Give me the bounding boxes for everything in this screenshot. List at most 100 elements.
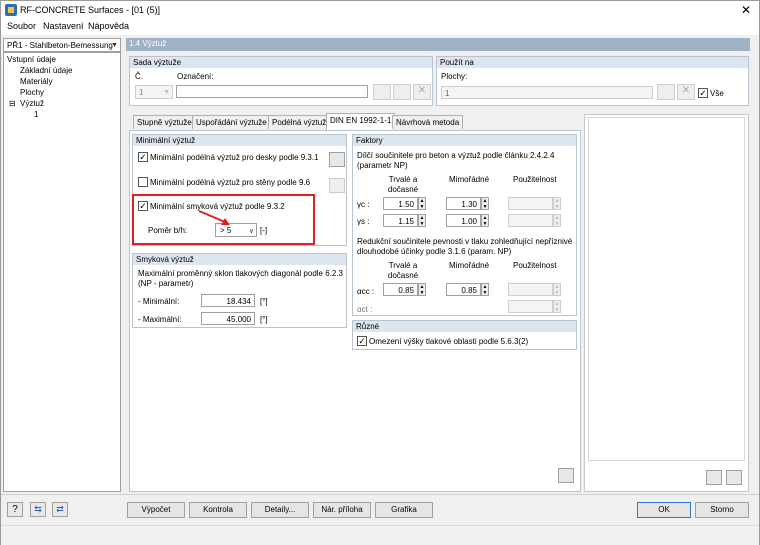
shear-max-angle-value: 45.000 bbox=[226, 315, 251, 324]
alpha-cc-label: αcc : bbox=[357, 287, 375, 296]
tree-item-surfaces[interactable]: Plochy bbox=[20, 88, 44, 97]
gamma-s-persistent-input[interactable]: 1.15 bbox=[383, 214, 418, 227]
load-case-select[interactable]: PŘ1 - Stahlbeton-Bemessung ▼ bbox=[3, 38, 121, 52]
reinforcement-set-title: Sada výztuže bbox=[130, 57, 432, 68]
section-header: 1.4 Výztuž bbox=[126, 38, 750, 51]
tab-info-button[interactable] bbox=[558, 468, 574, 483]
gamma-s-accidental-spinner[interactable]: ▲ ▼ bbox=[481, 214, 489, 227]
tab-design-method[interactable]: Návrhová metoda bbox=[392, 115, 464, 129]
walls-settings-button[interactable] bbox=[329, 178, 345, 193]
slabs-min-checkbox[interactable]: ✓ bbox=[138, 152, 148, 162]
tree-item-reinforcement[interactable]: Výztuž bbox=[20, 99, 44, 108]
graphics-button[interactable]: Grafika bbox=[375, 502, 433, 518]
set-name-label: Označení: bbox=[177, 72, 214, 81]
ratio-label: Poměr b/h: bbox=[148, 226, 188, 235]
shear-max-angle-input[interactable]: 45.000 bbox=[201, 312, 255, 325]
cancel-button[interactable]: Storno bbox=[695, 502, 749, 518]
alpha-ct-serviceability-input[interactable] bbox=[508, 300, 553, 313]
tab-longitudinal[interactable]: Podélná výztuž bbox=[268, 115, 331, 129]
gamma-s-accidental-input[interactable]: 1.00 bbox=[446, 214, 481, 227]
close-icon[interactable]: ✕ bbox=[741, 3, 751, 17]
shear-min-angle-value: 18.434 bbox=[226, 297, 251, 306]
surfaces-input[interactable]: 1 bbox=[441, 86, 653, 99]
navigator-tree: Vstupní údaje Základní údaje Materiály P… bbox=[3, 52, 121, 492]
set-no-select[interactable]: 1 ▼ bbox=[135, 85, 173, 99]
alpha-cc-accidental-value: 0.85 bbox=[461, 286, 477, 295]
gamma-c-accidental-spinner[interactable]: ▲ ▼ bbox=[481, 197, 489, 210]
gamma-c-serviceability-spinner[interactable]: ▲ ▼ bbox=[553, 197, 561, 210]
gamma-s-serviceability-spinner[interactable]: ▲ ▼ bbox=[553, 214, 561, 227]
set-name-input[interactable] bbox=[176, 85, 368, 98]
export-icon[interactable]: ⇄ bbox=[52, 502, 68, 517]
details-button[interactable]: Detaily... bbox=[251, 502, 309, 518]
tree-expand-icon[interactable]: ⊟ bbox=[9, 99, 16, 108]
preview-button-2[interactable] bbox=[726, 470, 742, 485]
shear-max-angle-label: - Maximální: bbox=[138, 315, 182, 324]
walls-min-label: Minimální podélná výztuž pro stěny podle… bbox=[150, 178, 311, 187]
apply-to-group: Použít na Plochy: 1 ✕ ✓ Vše bbox=[436, 56, 749, 106]
alpha-cc-persistent-spinner[interactable]: ▲ ▼ bbox=[418, 283, 426, 296]
alpha-cc-serviceability-input[interactable] bbox=[508, 283, 553, 296]
menu-bar: Soubor Nastavení Nápověda bbox=[1, 20, 759, 35]
import-icon[interactable]: ⇆ bbox=[30, 502, 46, 517]
national-annex-button[interactable]: Nár. příloha bbox=[313, 502, 371, 518]
alpha-cc-persistent-input[interactable]: 0.85 bbox=[383, 283, 418, 296]
tab-reinforcement-layers[interactable]: Stupně výztuže bbox=[133, 115, 196, 129]
ok-button[interactable]: OK bbox=[637, 502, 691, 518]
calculation-button[interactable]: Výpočet bbox=[127, 502, 185, 518]
menu-file[interactable]: Soubor bbox=[7, 21, 36, 31]
chevron-down-icon: ▼ bbox=[111, 42, 118, 49]
preview-panel bbox=[584, 114, 749, 492]
gamma-c-persistent-input[interactable]: 1.50 bbox=[383, 197, 418, 210]
alpha-cc-accidental-spinner[interactable]: ▲ ▼ bbox=[481, 283, 489, 296]
shear-min-checkbox[interactable]: ✓ bbox=[138, 201, 148, 211]
walls-min-checkbox[interactable] bbox=[138, 177, 148, 187]
limit-compression-checkbox[interactable]: ✓ bbox=[357, 336, 367, 346]
menu-help[interactable]: Nápověda bbox=[88, 21, 129, 31]
alpha-cc-accidental-input[interactable]: 0.85 bbox=[446, 283, 481, 296]
tab-reinforcement-layout[interactable]: Uspořádání výztuže bbox=[192, 115, 271, 129]
copy-set-button[interactable] bbox=[393, 84, 411, 100]
new-set-button[interactable] bbox=[373, 84, 391, 100]
chevron-down-icon: ∨ bbox=[248, 228, 254, 235]
gamma-c-label: γc : bbox=[357, 200, 370, 209]
tree-root[interactable]: Vstupní údaje bbox=[7, 55, 56, 64]
gamma-s-serviceability-input[interactable] bbox=[508, 214, 553, 227]
clear-surfaces-button[interactable]: ✕ bbox=[677, 84, 695, 100]
tree-item-reinforcement-1[interactable]: 1 bbox=[34, 110, 38, 119]
reduction-desc: Redukční součinitele pevnosti v tlaku zo… bbox=[357, 237, 573, 256]
gamma-c-serviceability-input[interactable] bbox=[508, 197, 553, 210]
status-bar bbox=[1, 525, 759, 545]
all-checkbox[interactable]: ✓ bbox=[698, 88, 708, 98]
menu-settings[interactable]: Nastavení bbox=[43, 21, 84, 31]
alpha-cc-serviceability-spinner[interactable]: ▲ ▼ bbox=[553, 283, 561, 296]
factors-group: Faktory Dílčí součinitele pro beton a vý… bbox=[352, 134, 577, 316]
delete-set-button[interactable]: ✕ bbox=[413, 84, 431, 100]
col-accidental-2: Mimořádné bbox=[449, 261, 490, 270]
alpha-ct-serviceability-spinner[interactable]: ▲ ▼ bbox=[553, 300, 561, 313]
surfaces-label: Plochy: bbox=[441, 72, 468, 81]
surfaces-value: 1 bbox=[445, 89, 450, 98]
main-window: RF-CONCRETE Surfaces - [01 (5)] ✕ Soubor… bbox=[0, 0, 760, 545]
slabs-settings-button[interactable] bbox=[329, 152, 345, 167]
tab-din-en[interactable]: DIN EN 1992-1-1 bbox=[326, 113, 396, 130]
gamma-s-persistent-value: 1.15 bbox=[398, 217, 414, 226]
gamma-s-persistent-spinner[interactable]: ▲ ▼ bbox=[418, 214, 426, 227]
bottom-divider bbox=[1, 494, 759, 495]
set-no-value: 1 bbox=[139, 88, 144, 97]
limit-compression-label: Omezení výšky tlakové oblasti podle 5.6.… bbox=[369, 337, 529, 346]
gamma-c-accidental-input[interactable]: 1.30 bbox=[446, 197, 481, 210]
help-icon[interactable]: ? bbox=[7, 502, 23, 517]
pick-surfaces-button[interactable] bbox=[657, 84, 675, 100]
apply-to-title: Použít na bbox=[437, 57, 748, 68]
window-title: RF-CONCRETE Surfaces - [01 (5)] bbox=[20, 5, 161, 15]
preview-button-1[interactable] bbox=[706, 470, 722, 485]
check-button[interactable]: Kontrola bbox=[189, 502, 247, 518]
tree-item-materials[interactable]: Materiály bbox=[20, 77, 52, 86]
tree-item-basic-data[interactable]: Základní údaje bbox=[20, 66, 72, 75]
reinforcement-set-group: Sada výztuže Č. 1 ▼ Označení: ✕ bbox=[129, 56, 433, 106]
shear-min-angle-input[interactable]: 18.434 bbox=[201, 294, 255, 307]
factors-title: Faktory bbox=[353, 135, 576, 146]
preview-area bbox=[588, 117, 745, 461]
gamma-c-persistent-spinner[interactable]: ▲ ▼ bbox=[418, 197, 426, 210]
